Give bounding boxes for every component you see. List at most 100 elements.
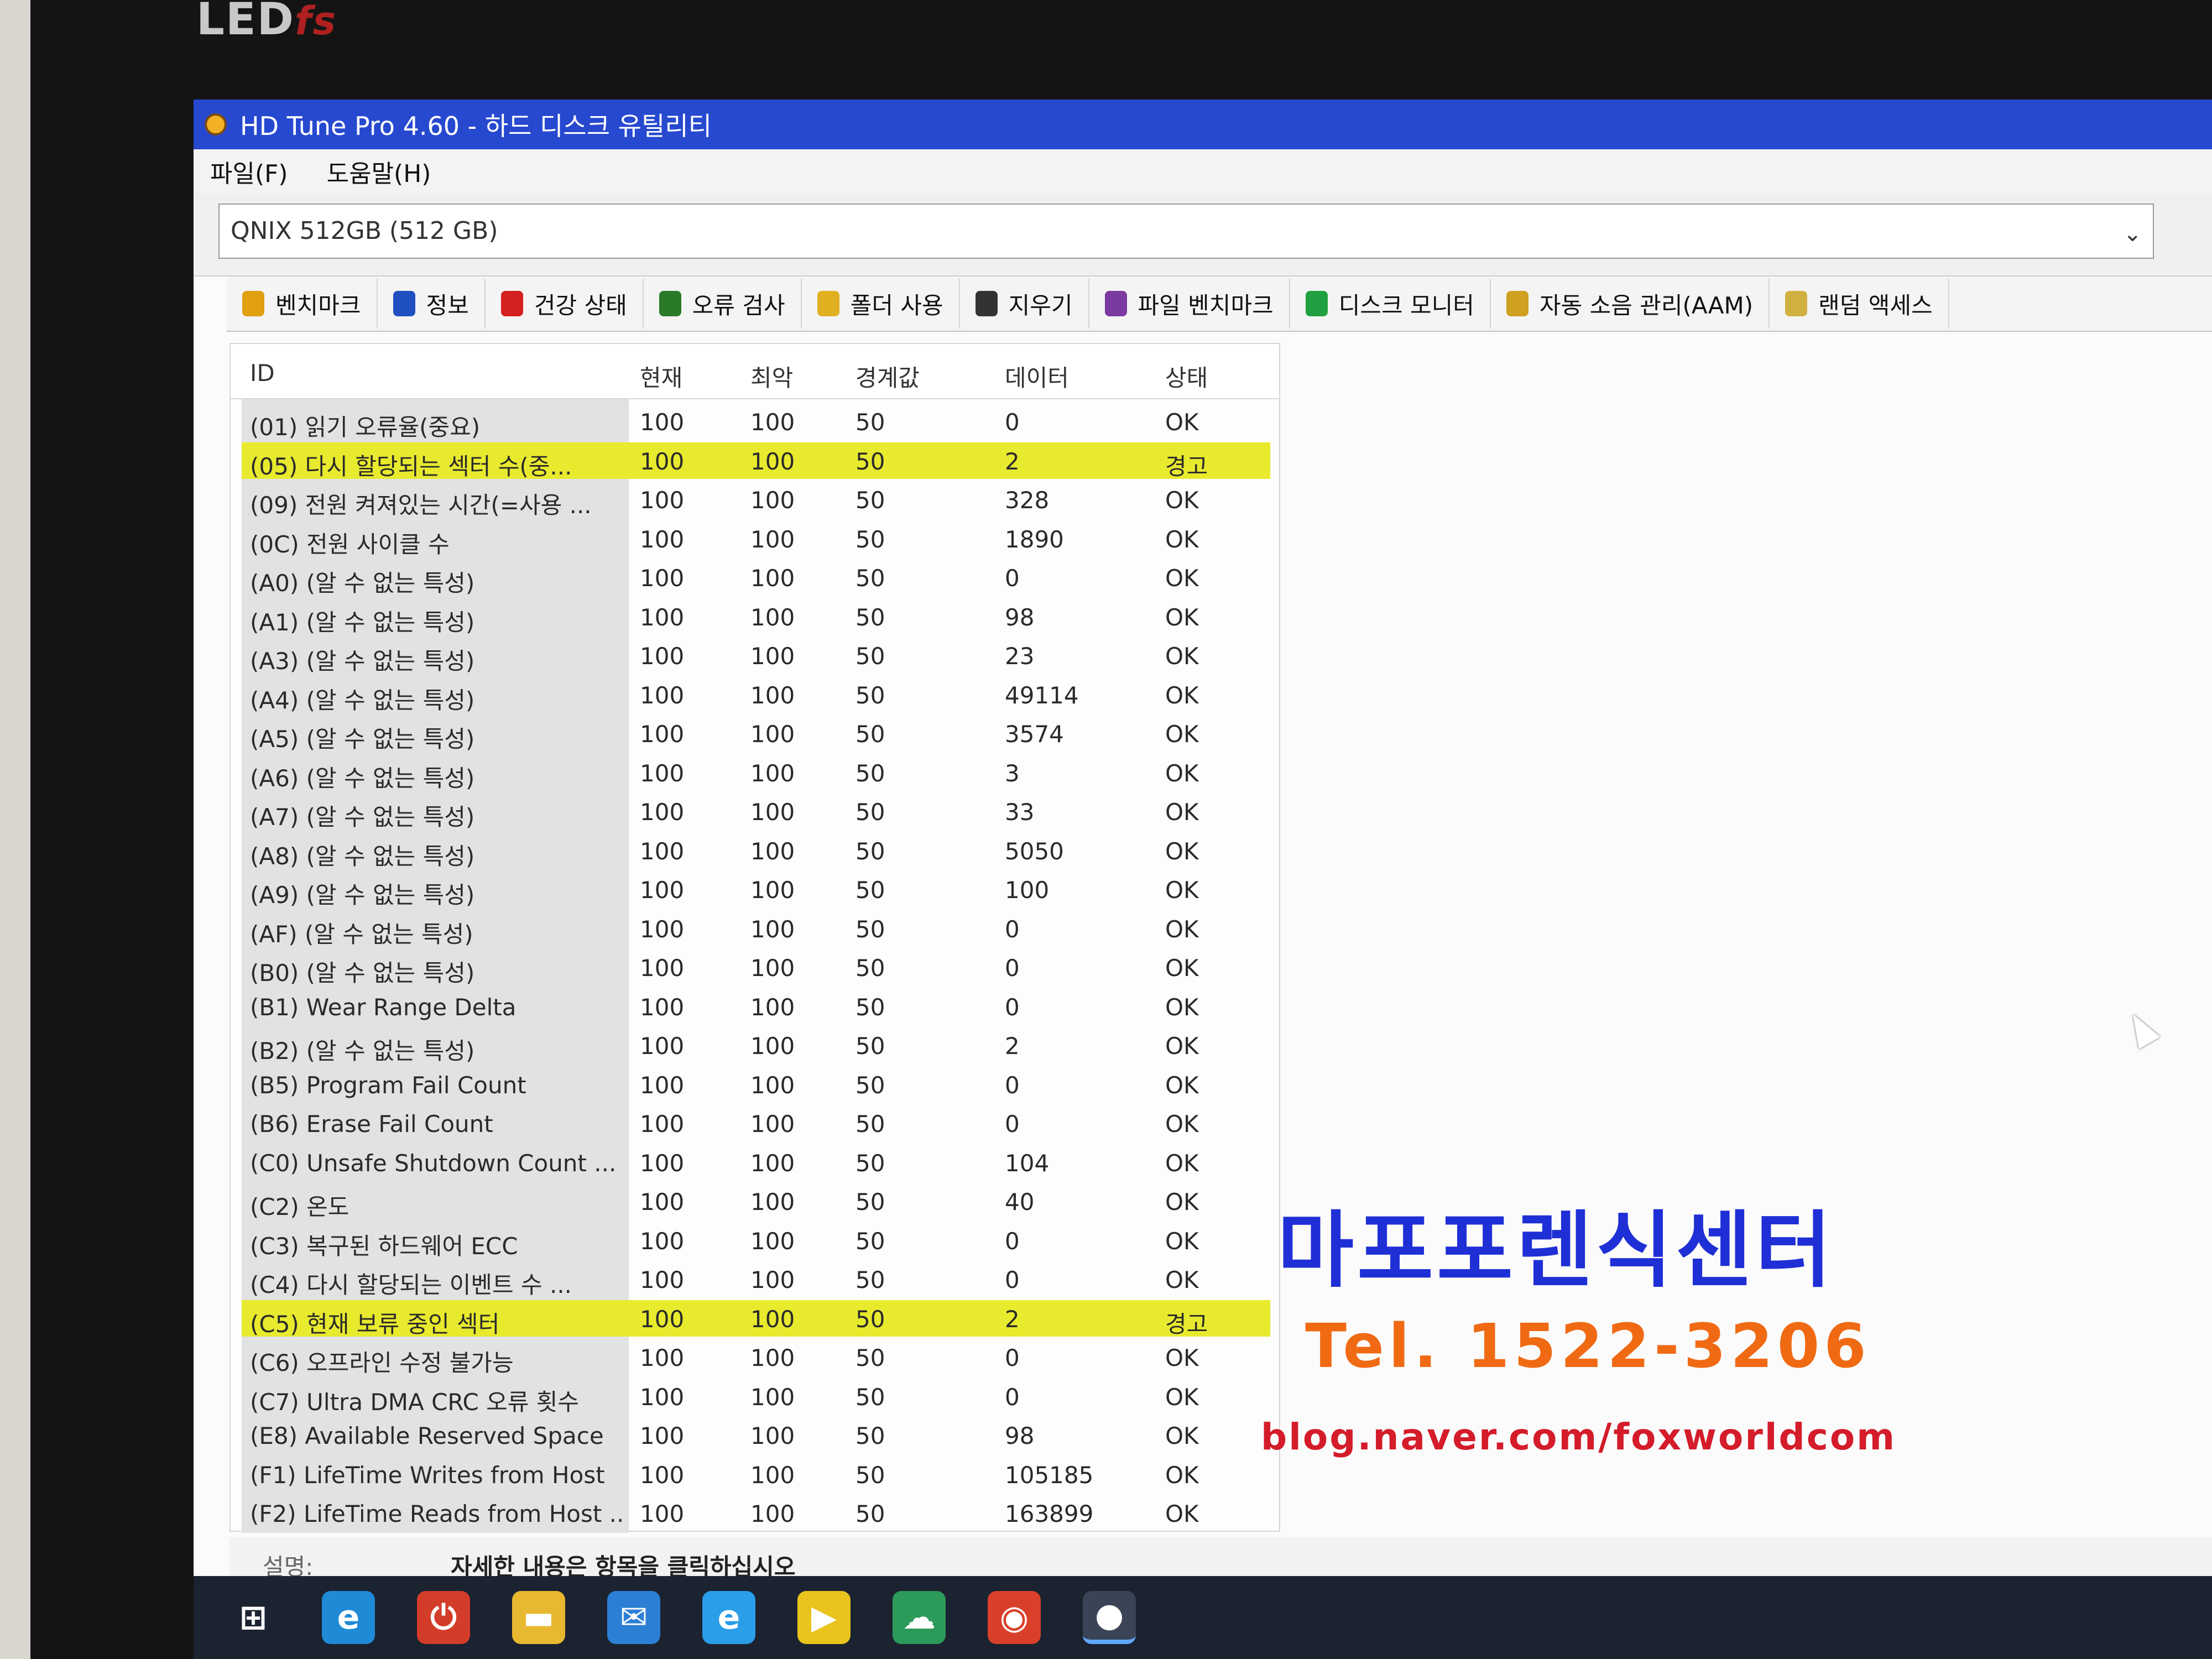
- onedrive-icon[interactable]: ☁: [893, 1591, 946, 1644]
- cell-data: 23: [1005, 643, 1035, 670]
- table-row[interactable]: (E8) Available Reserved Space 100 100 50 98 O…: [231, 1416, 1270, 1453]
- table-row[interactable]: (A3) (알 수 없는 특성) 100 100 50 23 OK: [231, 636, 1270, 675]
- tab-6[interactable]: 파일 벤치마크: [1089, 279, 1290, 328]
- trash-icon: [975, 291, 998, 316]
- table-row[interactable]: (A0) (알 수 없는 특성) 100 100 50 0 OK: [231, 558, 1270, 597]
- edge-icon[interactable]: e: [322, 1591, 375, 1644]
- cell-status: OK: [1165, 993, 1199, 1021]
- menu-help[interactable]: 도움말(H): [327, 154, 431, 189]
- hdtune-taskbar-icon[interactable]: ●: [1083, 1591, 1136, 1644]
- table-row[interactable]: (C3) 복구된 하드웨어 ECC 100 100 50 0 OK: [231, 1221, 1270, 1260]
- table-row[interactable]: (A1) (알 수 없는 특성) 100 100 50 98 OK: [231, 597, 1270, 636]
- table-row[interactable]: (C2) 온도 100 100 50 40 OK: [231, 1182, 1270, 1220]
- cell-data: 98: [1005, 603, 1035, 631]
- table-row[interactable]: (05) 다시 할당되는 섹터 수(중... 100 100 50 2 경고: [231, 441, 1270, 480]
- file-explorer-icon[interactable]: ▬: [512, 1591, 565, 1644]
- cell-worst: 100: [750, 1032, 795, 1060]
- cell-threshold: 50: [855, 603, 885, 631]
- cell-status: OK: [1165, 799, 1199, 826]
- table-row[interactable]: (B0) (알 수 없는 특성) 100 100 50 0 OK: [231, 948, 1270, 987]
- mail-icon[interactable]: ✉: [607, 1591, 660, 1644]
- tab-4[interactable]: 폴더 사용: [802, 279, 960, 328]
- drive-select[interactable]: QNIX 512GB (512 GB) ⌄: [218, 204, 2154, 259]
- table-row[interactable]: (09) 전원 켜져있는 시간(=사용 ... 100 100 50 328 OK: [231, 480, 1270, 519]
- table-row[interactable]: (A7) (알 수 없는 특성) 100 100 50 33 OK: [231, 792, 1270, 831]
- monitor-chart-icon: [1305, 291, 1328, 316]
- power-app-icon[interactable]: ⏻: [417, 1591, 470, 1644]
- cell-current: 100: [640, 1227, 685, 1255]
- cell-threshold: 50: [855, 759, 885, 787]
- menu-file[interactable]: 파일(F): [210, 154, 288, 189]
- cell-worst: 100: [750, 487, 795, 514]
- cell-current: 100: [640, 565, 685, 592]
- tab-0[interactable]: 벤치마크: [227, 279, 378, 328]
- cell-worst: 100: [750, 1266, 795, 1293]
- cell-threshold: 50: [855, 447, 885, 475]
- cell-id: (C4) 다시 할당되는 이벤트 수 ...: [250, 1271, 572, 1298]
- cell-threshold: 50: [855, 643, 885, 670]
- table-row[interactable]: (F1) LifeTime Writes from Host 100 100 50 10…: [231, 1455, 1270, 1493]
- cell-current: 100: [640, 1071, 685, 1099]
- table-row[interactable]: (A8) (알 수 없는 특성) 100 100 50 5050 OK: [231, 831, 1270, 870]
- table-row[interactable]: (A6) (알 수 없는 특성) 100 100 50 3 OK: [231, 753, 1270, 792]
- tab-3[interactable]: 오류 검사: [644, 279, 802, 328]
- cell-current: 100: [640, 915, 685, 943]
- header-worst[interactable]: 최악: [750, 359, 793, 393]
- table-row[interactable]: (F2) LifeTime Reads from Host ... 100 100 5…: [231, 1494, 1270, 1531]
- table-row[interactable]: (A5) (알 수 없는 특성) 100 100 50 3574 OK: [231, 714, 1270, 753]
- tab-7[interactable]: 디스크 모니터: [1290, 279, 1491, 328]
- cell-threshold: 50: [855, 1149, 885, 1177]
- cell-id: (B5) Program Fail Count: [250, 1071, 526, 1099]
- header-status[interactable]: 상태: [1165, 359, 1208, 393]
- cell-data: 2: [1005, 1305, 1020, 1333]
- table-row[interactable]: (C6) 오프라인 수정 불가능 100 100 50 0 OK: [231, 1338, 1270, 1376]
- table-row[interactable]: (A9) (알 수 없는 특성) 100 100 50 100 OK: [231, 870, 1270, 909]
- media-player-icon[interactable]: ▶: [797, 1591, 851, 1644]
- table-row[interactable]: (B2) (알 수 없는 특성) 100 100 50 2 OK: [231, 1026, 1270, 1065]
- cell-threshold: 50: [855, 915, 885, 943]
- tab-1[interactable]: 정보: [378, 279, 486, 328]
- cell-current: 100: [640, 1500, 685, 1527]
- cell-data: 328: [1005, 487, 1050, 514]
- header-threshold[interactable]: 경계값: [855, 359, 920, 393]
- cell-data: 0: [1005, 1266, 1020, 1293]
- table-row[interactable]: (C0) Unsafe Shutdown Count ... 100 100 50 10…: [231, 1143, 1270, 1181]
- cell-threshold: 50: [855, 1500, 885, 1527]
- windows-start-icon[interactable]: ⊞: [227, 1591, 280, 1644]
- table-row[interactable]: (C5) 현재 보류 중인 섹터 100 100 50 2 경고: [231, 1299, 1270, 1338]
- table-row[interactable]: (AF) (알 수 없는 특성) 100 100 50 0 OK: [231, 909, 1270, 948]
- chevron-down-icon[interactable]: ⌄: [2123, 221, 2142, 247]
- cell-id: (C2) 온도: [250, 1193, 349, 1220]
- cell-current: 100: [640, 837, 685, 865]
- table-row[interactable]: (01) 읽기 오류율(중요) 100 100 50 0 OK: [231, 402, 1270, 441]
- table-row[interactable]: (C7) Ultra DMA CRC 오류 횟수 100 100 50 0 OK: [231, 1377, 1270, 1416]
- cell-id: (A8) (알 수 없는 특성): [250, 842, 475, 870]
- tab-2[interactable]: 건강 상태: [486, 279, 644, 328]
- tab-9[interactable]: 랜덤 액세스: [1770, 279, 1949, 328]
- cell-worst: 100: [750, 1149, 795, 1177]
- table-row[interactable]: (B1) Wear Range Delta 100 100 50 0 OK: [231, 987, 1270, 1025]
- cell-status: OK: [1165, 643, 1199, 670]
- cell-data: 2: [1005, 1032, 1020, 1060]
- internet-explorer-icon[interactable]: e: [702, 1591, 755, 1644]
- chrome-icon[interactable]: ◉: [988, 1591, 1041, 1644]
- cell-data: 49114: [1005, 681, 1079, 709]
- cell-threshold: 50: [855, 565, 885, 592]
- header-data[interactable]: 데이터: [1005, 359, 1069, 393]
- table-row[interactable]: (C4) 다시 할당되는 이벤트 수 ... 100 100 50 0 OK: [231, 1260, 1270, 1298]
- table-row[interactable]: (B5) Program Fail Count 100 100 50 0 OK: [231, 1065, 1270, 1103]
- table-row[interactable]: (B6) Erase Fail Count 100 100 50 0 OK: [231, 1104, 1270, 1141]
- table-row[interactable]: (0C) 전원 사이클 수 100 100 50 1890 OK: [231, 519, 1270, 558]
- cell-data: 40: [1005, 1188, 1035, 1215]
- cell-current: 100: [640, 1032, 685, 1060]
- table-row[interactable]: (A4) (알 수 없는 특성) 100 100 50 49114 OK: [231, 675, 1270, 714]
- cell-id: (E8) Available Reserved Space: [250, 1422, 604, 1449]
- tab-5[interactable]: 지우기: [960, 279, 1089, 328]
- header-current[interactable]: 현재: [640, 359, 682, 393]
- tab-label: 벤치마크: [275, 291, 361, 319]
- tab-8[interactable]: 자동 소음 관리(AAM): [1491, 279, 1770, 328]
- header-id[interactable]: ID: [250, 359, 275, 387]
- cell-status: OK: [1165, 837, 1199, 865]
- title-bar[interactable]: HD Tune Pro 4.60 - 하드 디스크 유틸리티: [194, 100, 2212, 149]
- cell-worst: 100: [750, 993, 795, 1021]
